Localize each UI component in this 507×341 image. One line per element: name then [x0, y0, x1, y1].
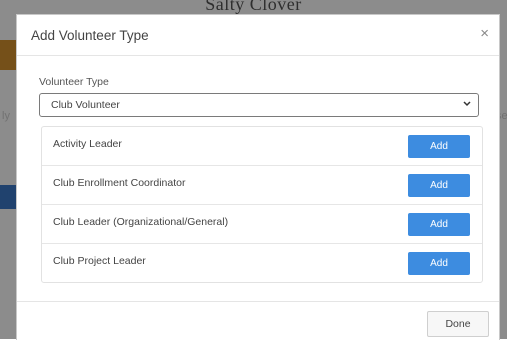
modal-title: Add Volunteer Type [31, 28, 149, 43]
volunteer-type-selected-value: Club Volunteer [51, 99, 120, 111]
done-button[interactable]: Done [427, 311, 489, 337]
chevron-down-icon [462, 97, 472, 116]
volunteer-type-label: Volunteer Type [39, 76, 109, 88]
volunteer-type-label-club-leader: Club Leader (Organizational/General) [53, 216, 229, 228]
close-icon[interactable]: × [480, 26, 489, 42]
volunteer-type-select[interactable]: Club Volunteer [39, 93, 479, 117]
volunteer-type-label-club-project-leader: Club Project Leader [53, 255, 146, 267]
list-item: Club Leader (Organizational/General) Add [42, 205, 482, 244]
modal-header: Add Volunteer Type × [17, 15, 499, 56]
add-club-project-leader-button[interactable]: Add [408, 252, 470, 275]
list-item: Club Project Leader Add [42, 244, 482, 282]
volunteer-type-label-club-enrollment-coordinator: Club Enrollment Coordinator [53, 177, 186, 189]
volunteer-type-list: Activity Leader Add Club Enrollment Coor… [41, 126, 483, 283]
volunteer-type-label-activity-leader: Activity Leader [53, 138, 122, 150]
list-item: Club Enrollment Coordinator Add [42, 166, 482, 205]
add-activity-leader-button[interactable]: Add [408, 135, 470, 158]
add-club-leader-button[interactable]: Add [408, 213, 470, 236]
add-volunteer-type-dialog: Add Volunteer Type × Volunteer Type Club… [16, 14, 500, 340]
modal-footer: Done [17, 301, 499, 341]
list-item: Activity Leader Add [42, 127, 482, 166]
add-club-enrollment-coordinator-button[interactable]: Add [408, 174, 470, 197]
